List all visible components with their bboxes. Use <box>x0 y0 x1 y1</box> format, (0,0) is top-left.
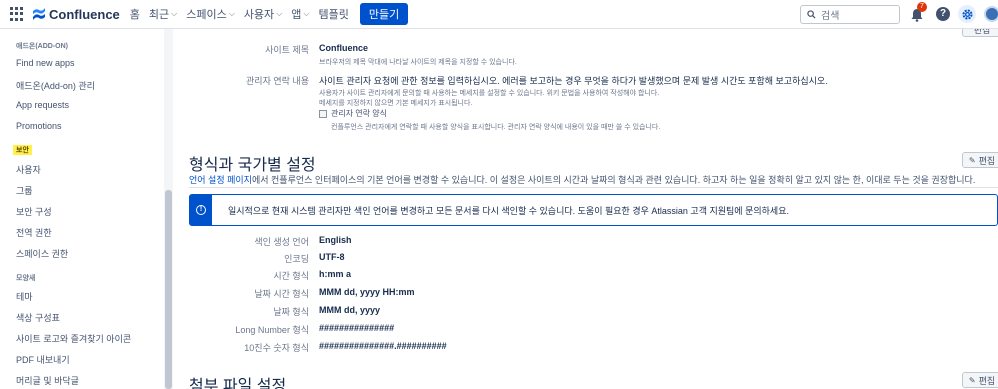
format-row-value: English <box>319 235 352 245</box>
admin-form-desc: 컨플루언스 관리자에게 연락할 때 사용할 양식을 표시합니다. 관리자 연락 … <box>331 124 661 131</box>
sidebar-scrollbar-thumb[interactable] <box>165 190 172 389</box>
nav-templates[interactable]: 템플릿 <box>318 6 348 22</box>
confluence-logo[interactable]: Confluence <box>32 7 120 22</box>
sidebar-item-header-footer[interactable]: 머리글 및 바닥글 <box>16 374 79 387</box>
gear-icon <box>961 8 973 20</box>
sidebar-item-find-new-apps[interactable]: Find new apps <box>16 58 75 68</box>
sidebar-item-color-scheme[interactable]: 색상 구성표 <box>16 311 60 324</box>
language-settings-link[interactable]: 언어 설정 페이지 <box>189 175 252 185</box>
format-row-label: Long Number 형식 <box>235 325 309 335</box>
avatar[interactable] <box>984 6 998 22</box>
nav-templates-label: 템플릿 <box>318 9 349 21</box>
admin-sidebar: 애드온(ADD-ON) Find new apps 애드온(Add-on) 관리… <box>0 29 173 389</box>
sidebar-item-manage-addons[interactable]: 애드온(Add-on) 관리 <box>16 79 95 92</box>
format-row-label: 색인 생성 언어 <box>254 237 309 247</box>
sidebar-item-pdf-export[interactable]: PDF 내보내기 <box>16 353 70 366</box>
nav-recent-label: 최근 <box>148 9 170 21</box>
logo-text: Confluence <box>49 6 120 22</box>
attachment-edit-button[interactable]: ✎ 편집 <box>962 372 998 388</box>
format-row-value: MMM dd, yyyy <box>319 305 381 315</box>
chevron-down-icon: ⌵ <box>276 9 283 18</box>
info-message-text: 일시적으로 현재 시스템 관리자만 색인 언어를 변경하고 모든 문서를 다시 … <box>228 205 789 216</box>
attachment-section-title: 첨부 파일 설정 <box>189 378 287 389</box>
main-content: 편집 사이트 제목 Confluence 브라우저의 제목 막대에 나타날 사이… <box>173 29 998 389</box>
nav-people[interactable]: 사용자 ⌵ <box>244 6 282 22</box>
divider <box>189 187 998 188</box>
sidebar-scrollbar[interactable] <box>164 29 173 389</box>
pencil-icon: ✎ <box>968 375 976 385</box>
sidebar-item-app-requests[interactable]: App requests <box>16 100 69 110</box>
admin-contact-value: 사이트 관리자 요청에 관한 정보를 입력하십시오. 에러를 보고하는 경우 무… <box>319 76 828 86</box>
format-row-label: 날짜 형식 <box>273 307 309 317</box>
format-edit-label: 편집 <box>978 155 996 166</box>
sidebar-section-security: 보안 <box>13 145 32 155</box>
info-icon: ! <box>196 205 206 215</box>
pencil-icon: ✎ <box>968 155 976 165</box>
info-bar: ! <box>190 195 212 225</box>
format-row-value: ###############.########## <box>319 341 447 351</box>
top-navigation: Confluence 홈 최근 ⌵ 스페이스 ⌵ 사용자 ⌵ 앱 ⌵ 템플릿 만들기 검… <box>0 0 998 29</box>
format-row-value: MMM dd, yyyy HH:mm <box>319 287 415 297</box>
nav-spaces-label: 스페이스 <box>186 9 227 21</box>
format-row-value: ############### <box>319 323 395 333</box>
search-input[interactable]: 검색 <box>800 5 900 24</box>
chevron-down-icon: ⌵ <box>303 9 310 18</box>
info-message: ! 일시적으로 현재 시스템 관리자만 색인 언어를 변경하고 모든 문서를 다… <box>189 194 998 226</box>
sidebar-item-groups[interactable]: 그룹 <box>16 184 33 197</box>
format-row-label: 10진수 숫자 형식 <box>244 343 309 353</box>
nav-apps[interactable]: 앱 ⌵ <box>291 6 309 22</box>
format-row-value: UTF-8 <box>319 252 345 262</box>
sidebar-item-promotions[interactable]: Promotions <box>16 121 62 131</box>
format-row-label: 인코딩 <box>284 254 309 264</box>
format-intro: 언어 설정 페이지에서 컨플루언스 인터페이스의 기본 언어를 변경할 수 있습… <box>189 173 975 186</box>
admin-form-checkbox-label: 관리자 연락 양식 <box>331 109 387 118</box>
admin-contact-desc1: 사용자가 사이트 관리자에게 문의할 때 사용하는 메세지를 설정할 수 있습니… <box>319 90 660 97</box>
search-icon <box>807 10 816 19</box>
notifications-button[interactable]: 7 <box>910 2 928 23</box>
admin-contact-desc2: 메세지를 지정하지 않으면 기본 메세지가 표시됩니다. <box>319 100 473 107</box>
format-intro-text: 에서 컨플루언스 인터페이스의 기본 언어를 변경할 수 있습니다. 이 설정은… <box>251 175 976 185</box>
sidebar-item-space-permissions[interactable]: 스페이스 권한 <box>16 247 68 260</box>
settings-button[interactable] <box>958 5 976 23</box>
sidebar-item-site-logo-favicon[interactable]: 사이트 로고와 즐겨찾기 아이콘 <box>16 332 131 345</box>
site-title-desc: 브라우저의 제목 막대에 나타날 사이트의 제목을 지정할 수 있습니다. <box>319 59 517 66</box>
chevron-down-icon: ⌵ <box>171 9 178 18</box>
sidebar-section-addon: 애드온(ADD-ON) <box>16 43 68 50</box>
chevron-down-icon: ⌵ <box>228 9 235 18</box>
format-row-label: 시간 형식 <box>273 271 309 281</box>
checkbox-icon <box>319 109 327 118</box>
create-button[interactable]: 만들기 <box>359 3 409 25</box>
nav-home[interactable]: 홈 <box>130 6 140 22</box>
sidebar-section-look-and-feel: 모양새 <box>16 275 36 282</box>
nav-people-label: 사용자 <box>243 9 275 21</box>
format-edit-button[interactable]: ✎ 편집 <box>962 152 998 168</box>
nav-apps-label: 앱 <box>291 9 302 21</box>
format-row-label: 날짜 시간 형식 <box>254 289 309 299</box>
notification-count-badge: 7 <box>917 2 927 12</box>
confluence-logo-icon <box>33 8 45 20</box>
edit-label: 편집 <box>973 29 991 35</box>
search-placeholder: 검색 <box>821 11 840 22</box>
sidebar-item-users[interactable]: 사용자 <box>16 163 41 176</box>
admin-form-checkbox[interactable]: 관리자 연락 양식 <box>319 108 387 119</box>
sidebar-item-themes[interactable]: 테마 <box>16 290 33 303</box>
site-title-value: Confluence <box>319 43 369 53</box>
nav-home-label: 홈 <box>129 9 140 21</box>
nav-recent[interactable]: 최근 ⌵ <box>149 6 177 22</box>
sidebar-item-security-config[interactable]: 보안 구성 <box>16 205 52 218</box>
site-title-label: 사이트 제목 <box>265 45 309 55</box>
help-icon[interactable]: ? <box>936 7 950 21</box>
attachment-edit-label: 편집 <box>978 375 996 386</box>
format-section-title: 형식과 국가별 설정 <box>189 157 316 174</box>
admin-contact-label: 관리자 연락 내용 <box>246 76 309 86</box>
app-switcher-icon[interactable] <box>10 7 24 21</box>
format-row-value: h:mm a <box>319 269 352 279</box>
site-config-edit-button[interactable]: 편집 <box>962 29 998 37</box>
sidebar-item-global-permissions[interactable]: 전역 권한 <box>16 226 52 239</box>
nav-spaces[interactable]: 스페이스 ⌵ <box>186 6 235 22</box>
